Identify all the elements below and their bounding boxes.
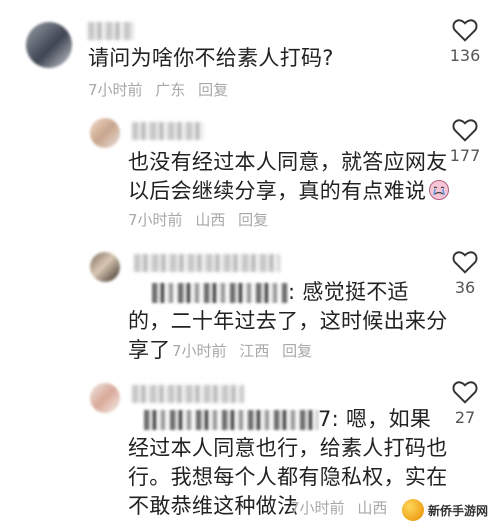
comment-text: 请问为啥你不给素人打码? [88, 46, 334, 70]
avatar[interactable] [90, 383, 120, 413]
heart-icon [452, 119, 478, 142]
like-button[interactable]: 136 [445, 18, 485, 65]
comment-meta: 7小时前 江西 回复 [172, 340, 320, 361]
reply-button[interactable]: 回复 [198, 81, 228, 99]
comment-time: 7小时前 [172, 342, 227, 360]
username[interactable] [132, 385, 244, 403]
comment-line: : 感觉挺不适 [128, 278, 448, 307]
comment-location: 广东 [155, 81, 186, 99]
comment-location: 山西 [195, 211, 226, 229]
comment-line: 以后会继续分享，真的有点难说 [128, 177, 450, 206]
watermark: 新侨手游网 [395, 497, 494, 523]
comment-text: 也没有经过本人同意，就答应网友 以后会继续分享，真的有点难说 [128, 148, 450, 206]
comment-time: 7小时前 [290, 499, 345, 517]
like-count: 27 [454, 408, 476, 427]
username[interactable] [134, 254, 280, 272]
comment-time: 7小时前 [128, 211, 183, 229]
mention-mosaic [152, 283, 288, 303]
mention-mosaic [144, 410, 318, 430]
comment-location: 山西 [357, 499, 388, 517]
comment-line: 的，二十年过去了，这时候出来分 [128, 309, 448, 333]
like-count: 36 [454, 278, 476, 297]
avatar[interactable] [90, 252, 120, 282]
heart-icon [452, 251, 478, 274]
like-button[interactable]: 36 [445, 250, 485, 297]
username[interactable] [88, 22, 134, 40]
crying-face-emoji-icon [429, 180, 450, 200]
like-count: 136 [449, 46, 481, 65]
comment-line: 也没有经过本人同意，就答应网友 [128, 150, 448, 174]
comment-meta: 7小时前 山西 回复 [128, 209, 276, 230]
comment-location: 江西 [239, 342, 270, 360]
watermark-text: 新侨手游网 [427, 503, 488, 518]
comment-line: 经过本人同意也行，给素人打码也 [128, 436, 448, 460]
watermark-logo-icon [401, 499, 424, 521]
avatar[interactable] [26, 22, 72, 68]
like-count: 177 [449, 146, 481, 165]
comment-line: 7: 嗯，如果 [128, 405, 448, 434]
comment-meta: 7小时前 广东 回复 [88, 79, 236, 100]
username[interactable] [132, 122, 204, 140]
like-button[interactable]: 177 [445, 118, 485, 165]
avatar[interactable] [90, 118, 120, 148]
heart-icon [452, 19, 478, 42]
comment-line: 行。我想每个人都有隐私权，实在 [128, 465, 448, 489]
like-button[interactable]: 27 [445, 380, 485, 427]
reply-button[interactable]: 回复 [238, 211, 268, 229]
reply-button[interactable]: 回复 [282, 342, 312, 360]
comment-time: 7小时前 [88, 81, 143, 99]
heart-icon [452, 381, 478, 404]
